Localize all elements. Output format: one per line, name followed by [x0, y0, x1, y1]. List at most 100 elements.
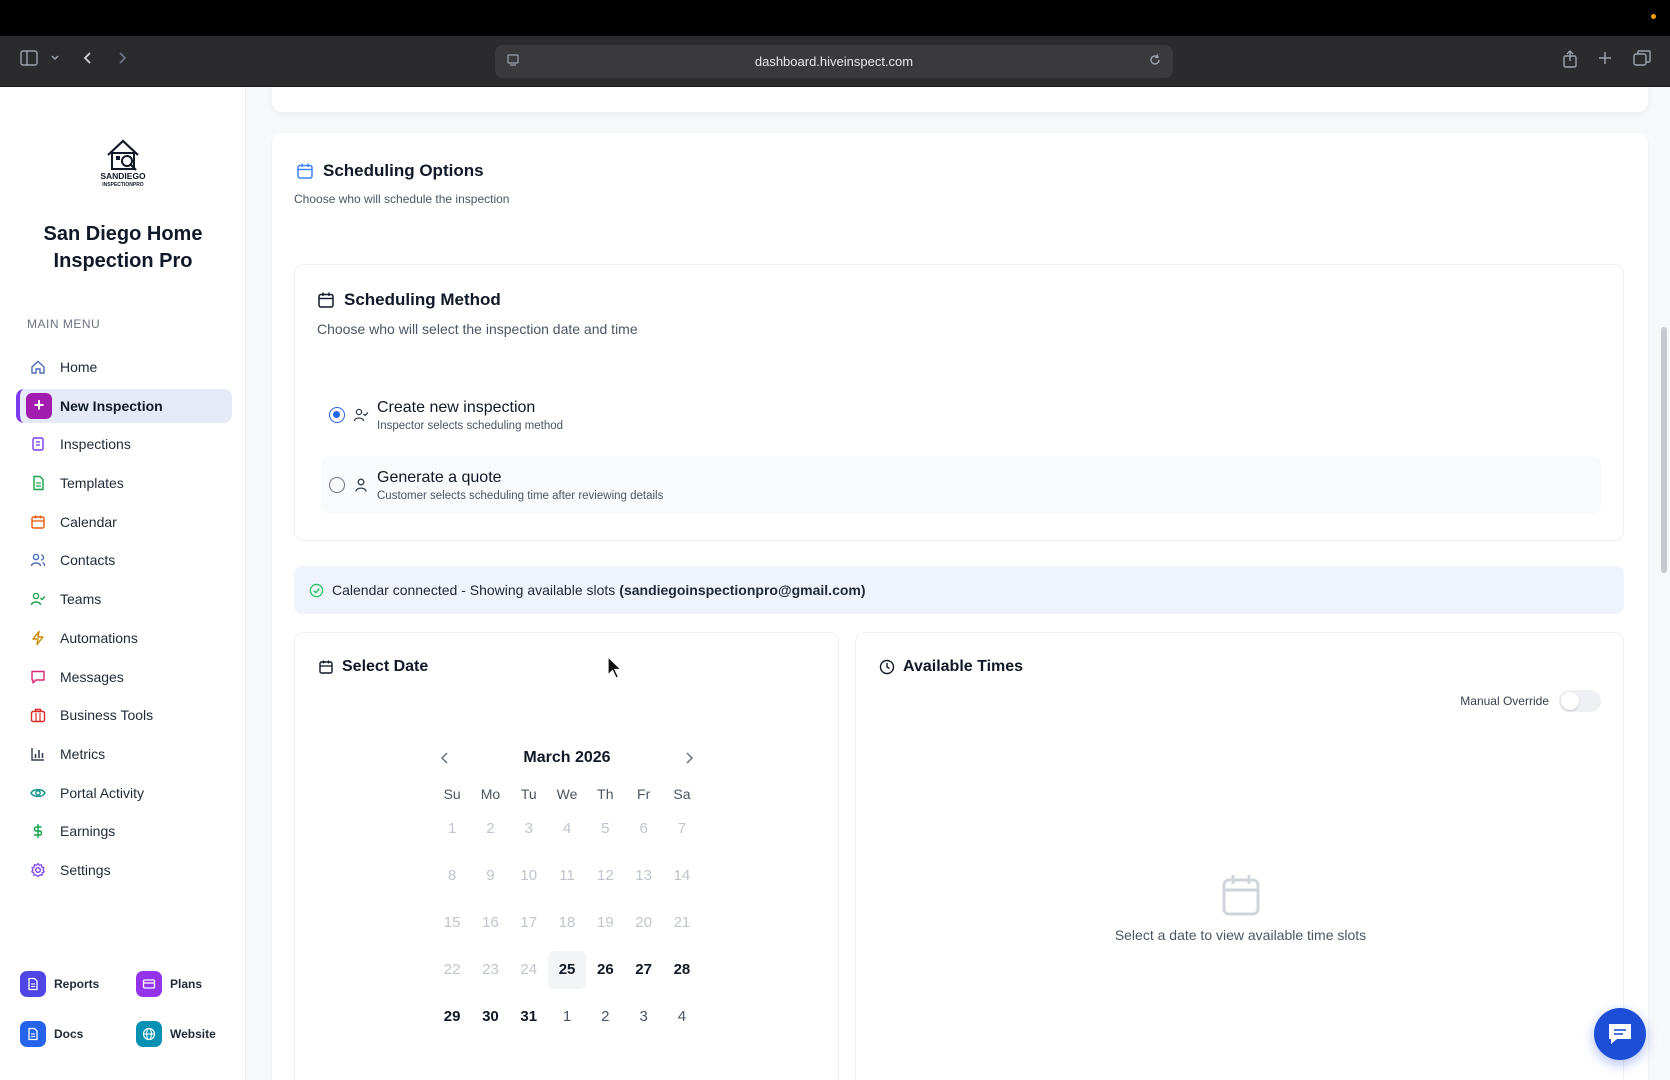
- sidebar-item-label: New Inspection: [60, 397, 163, 414]
- forward-icon[interactable]: [116, 50, 128, 71]
- company-logo: SANDIEGO INSPECTIONPRO: [100, 139, 146, 188]
- scrollbar[interactable]: [1661, 327, 1667, 573]
- mouse-cursor-icon: [607, 656, 623, 679]
- business-name-line1: San Diego Home: [43, 223, 203, 245]
- empty-state-text: Select a date to view available time slo…: [1114, 927, 1367, 943]
- share-icon[interactable]: [1562, 50, 1578, 73]
- calendar-day[interactable]: 26: [586, 951, 624, 998]
- sidebar-item-new-inspection[interactable]: + New Inspection: [16, 388, 232, 423]
- available-times-title-text: Available Times: [903, 658, 1024, 675]
- docs-link[interactable]: Docs: [20, 1021, 83, 1047]
- calendar-day[interactable]: 30: [471, 998, 509, 1045]
- sidebar-item-earnings[interactable]: Earnings: [16, 814, 232, 848]
- calendar-day[interactable]: 27: [624, 951, 662, 998]
- chat-icon: [1609, 1024, 1631, 1044]
- sidebar-item-label: Settings: [60, 861, 111, 878]
- calendar-day-disabled: 1: [447, 820, 457, 837]
- calendar-day-disabled: 24: [520, 961, 538, 978]
- select-date-card: Select Date March 2026 Su Mo Tu We Th Fr…: [294, 632, 839, 1080]
- back-icon[interactable]: [82, 50, 94, 71]
- new-tab-icon[interactable]: [1597, 50, 1613, 71]
- sidebar-item-automations[interactable]: Automations: [16, 621, 232, 655]
- calendar-icon: [319, 660, 333, 674]
- method-title-text: Scheduling Method: [344, 290, 501, 309]
- calendar-day-next-month[interactable]: 1: [548, 998, 586, 1045]
- sidebar-item-portal-activity[interactable]: Portal Activity: [16, 776, 232, 810]
- option-generate-quote[interactable]: Generate a quote Customer selects schedu…: [321, 456, 1601, 514]
- sidebar-item-label: Templates: [60, 475, 124, 492]
- calendar-day-next-month[interactable]: 3: [624, 998, 662, 1045]
- user-check-icon: [30, 591, 46, 607]
- manual-override-label: Manual Override: [1460, 694, 1549, 708]
- calendar-day-disabled: 14: [673, 867, 691, 884]
- sidebar-item-calendar[interactable]: Calendar: [16, 505, 232, 539]
- chevron-down-icon[interactable]: [50, 50, 60, 71]
- plans-link[interactable]: Plans: [136, 971, 202, 997]
- sidebar-item-label: Portal Activity: [60, 784, 145, 801]
- radio-create-new-inspection[interactable]: [329, 407, 345, 423]
- calendar-day-today[interactable]: 25: [547, 951, 587, 989]
- sidebar-item-settings[interactable]: Settings: [16, 853, 232, 887]
- sidebar-item-messages[interactable]: Messages: [16, 660, 232, 694]
- calendar-header: March 2026: [433, 743, 701, 773]
- reports-link[interactable]: Reports: [20, 971, 99, 997]
- option-title: Generate a quote: [377, 468, 502, 486]
- calendar-icon: [318, 292, 334, 308]
- calendar-day[interactable]: 29: [433, 998, 471, 1045]
- calendar-day[interactable]: 31: [510, 998, 548, 1045]
- weekday: Tu: [520, 786, 537, 802]
- sidebar-toggle-icon[interactable]: [20, 50, 38, 71]
- radio-generate-quote[interactable]: [329, 477, 345, 493]
- sidebar-item-business-tools[interactable]: Business Tools: [16, 698, 232, 732]
- calendar-day-disabled: 9: [486, 867, 495, 884]
- calendar-day-disabled: 10: [520, 867, 538, 884]
- dollar-icon: [30, 823, 46, 839]
- option-title: Create new inspection: [377, 398, 536, 416]
- tabs-overview-icon[interactable]: [1633, 50, 1651, 71]
- calendar-day-disabled: 19: [596, 914, 614, 931]
- address-bar[interactable]: dashboard.hiveinspect.com: [495, 45, 1173, 78]
- report-icon: [20, 971, 46, 997]
- list-icon: [30, 436, 46, 452]
- weekday: Fr: [637, 786, 651, 802]
- sidebar-item-templates[interactable]: Templates: [16, 466, 232, 500]
- gear-icon: [30, 862, 46, 878]
- briefcase-icon: [30, 707, 46, 723]
- calendar-day-next-month[interactable]: 2: [586, 998, 624, 1045]
- option-subtitle: Customer selects scheduling time after r…: [377, 489, 664, 502]
- reload-icon[interactable]: [1147, 52, 1163, 68]
- sidebar-item-teams[interactable]: Teams: [16, 582, 232, 616]
- website-link[interactable]: Website: [136, 1021, 216, 1047]
- sidebar-item-label: Home: [60, 359, 98, 375]
- credit-card-icon: [136, 971, 162, 997]
- empty-state: Select a date to view available time slo…: [856, 873, 1625, 945]
- manual-override-toggle[interactable]: [1559, 690, 1601, 712]
- calendar-connected-banner: Calendar connected - Showing available s…: [294, 566, 1624, 614]
- calendar-day-disabled: 15: [443, 914, 461, 931]
- weekday: Sa: [673, 786, 691, 802]
- section-title-text: Scheduling Options: [323, 161, 484, 180]
- calendar-day-disabled: 7: [677, 820, 687, 837]
- calendar-day[interactable]: 28: [663, 951, 701, 998]
- globe-icon: [136, 1021, 162, 1047]
- plans-label: Plans: [170, 977, 203, 991]
- sidebar-item-inspections[interactable]: Inspections: [16, 427, 232, 461]
- sidebar-item-metrics[interactable]: Metrics: [16, 737, 232, 771]
- file-icon: [30, 475, 46, 491]
- banner-email: (sandiegoinspectionpro@gmail.com): [619, 582, 866, 598]
- chevron-right-icon[interactable]: [681, 750, 697, 766]
- sidebar-item-label: Earnings: [60, 823, 116, 840]
- calendar-day-disabled: 6: [639, 820, 648, 837]
- calendar-day-disabled: 8: [447, 867, 457, 884]
- sidebar-item-home[interactable]: Home: [16, 350, 232, 384]
- chat-button[interactable]: [1594, 1008, 1646, 1060]
- weekday: We: [556, 786, 578, 802]
- calendar-day-next-month[interactable]: 4: [663, 998, 701, 1045]
- option-create-new-inspection[interactable]: Create new inspection Inspector selects …: [321, 386, 1601, 444]
- users-icon: [30, 552, 46, 568]
- main-nav: Home + New Inspection Inspections Templa…: [16, 350, 232, 892]
- sidebar-item-contacts[interactable]: Contacts: [16, 543, 232, 577]
- sidebar-item-label: Inspections: [60, 436, 131, 453]
- sidebar-item-label: Contacts: [60, 552, 116, 569]
- chevron-left-icon[interactable]: [437, 750, 453, 766]
